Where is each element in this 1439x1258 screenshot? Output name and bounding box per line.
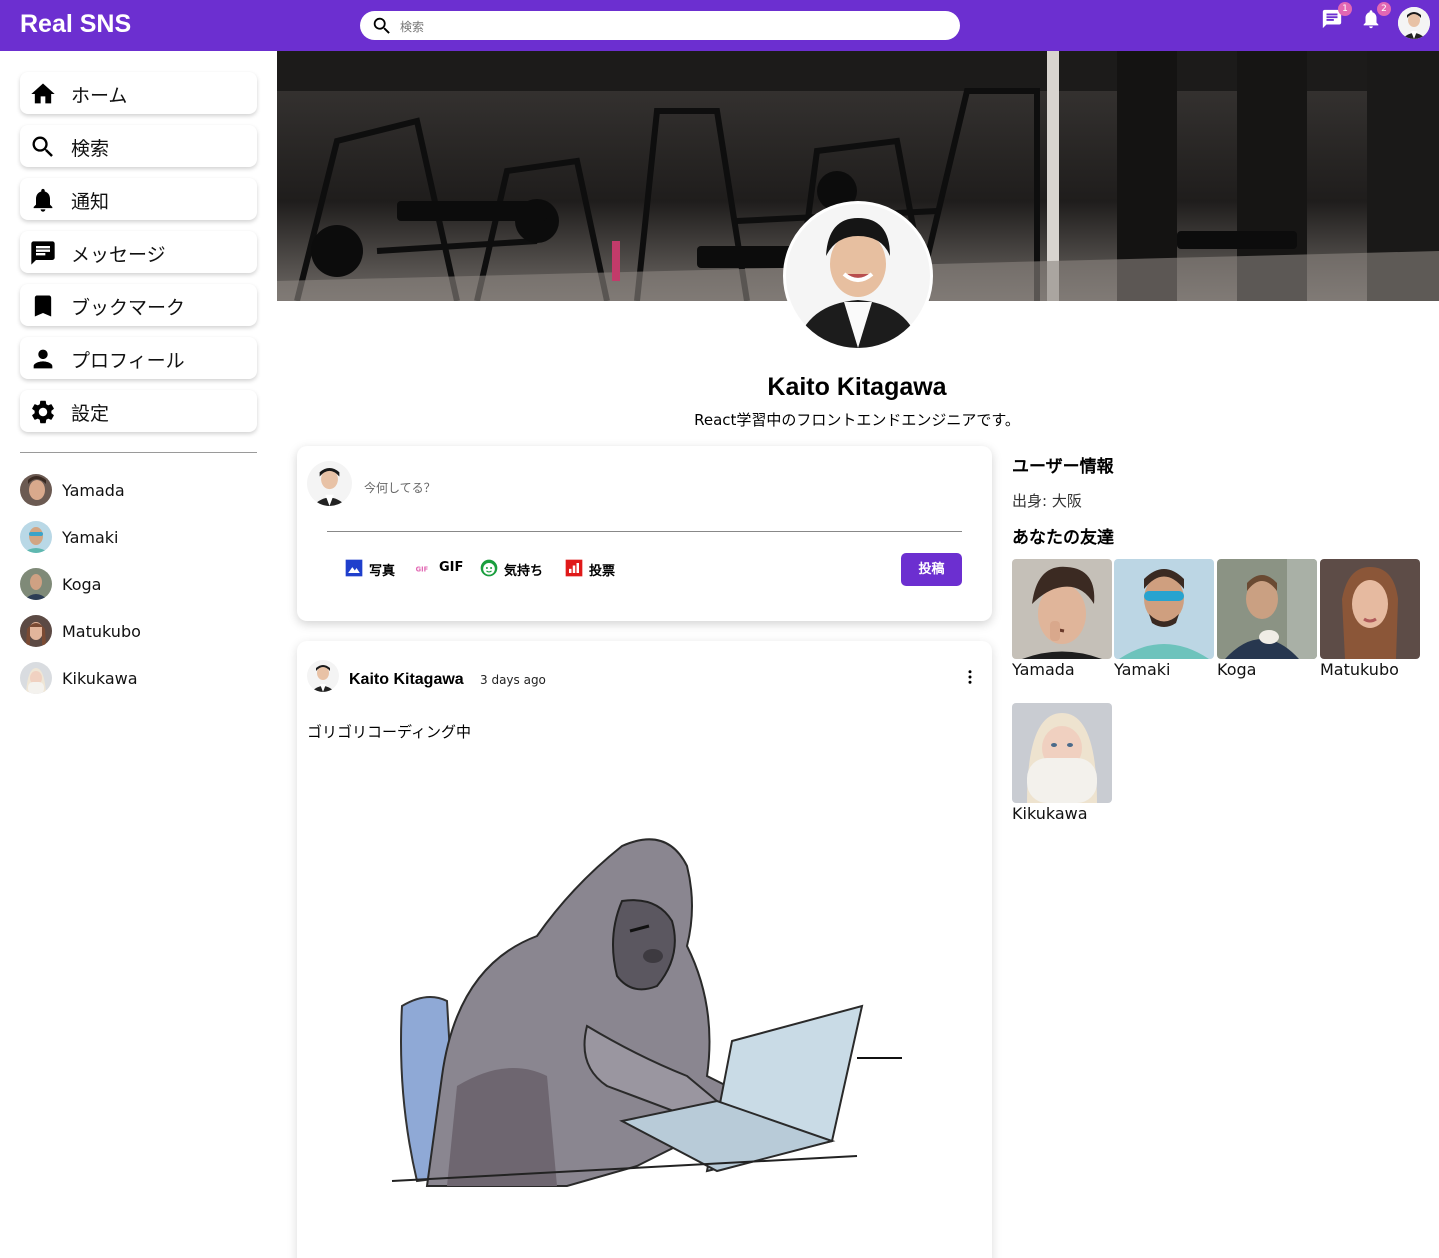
home-icon [31, 83, 55, 104]
emoji-icon [480, 559, 498, 577]
share-option-feeling[interactable]: 気持ち [479, 554, 549, 582]
app-logo[interactable]: Real SNS [20, 10, 131, 39]
share-option-photo[interactable]: 写真 [344, 554, 404, 582]
post-button[interactable]: 投稿 [901, 553, 962, 586]
friend-name: Matukubo [62, 622, 141, 641]
avatar [307, 461, 352, 506]
sidebar-item-label: 通知 [71, 191, 110, 213]
gif-icon: GIF [416, 565, 429, 573]
sidebar-item-notifications[interactable]: 通知 [20, 178, 257, 220]
sidebar-friend[interactable]: Koga [20, 568, 257, 600]
friend-name: Koga [62, 575, 102, 594]
chat-button[interactable]: 1 [1321, 2, 1352, 30]
search-input[interactable]: 検索 [400, 18, 424, 35]
sidebar-item-home[interactable]: ホーム [20, 72, 257, 114]
share-option-label: 写真 [369, 564, 396, 579]
sidebar-item-label: メッセージ [71, 244, 166, 266]
post-image [391, 838, 902, 1187]
avatar [20, 662, 52, 694]
gear-icon [32, 400, 54, 424]
person-icon [33, 349, 53, 369]
chat-badge: 1 [1338, 2, 1352, 16]
bookmark-icon [34, 295, 52, 317]
friend-photo [1217, 559, 1317, 659]
friend-name: Yamada [62, 481, 125, 500]
sidebar-item-label: ホーム [71, 85, 128, 107]
svg-text:GIF: GIF [416, 565, 429, 573]
sidebar-friend[interactable]: Yamada [20, 474, 257, 506]
friend-name: Yamada [1012, 660, 1075, 679]
topbar: Real SNS 検索 1 2 [0, 0, 1439, 51]
avatar [20, 568, 52, 600]
share-option-label: 気持ち [504, 564, 544, 579]
sidebar-friend[interactable]: Matukubo [20, 615, 257, 647]
avatar [20, 615, 52, 647]
post-card: Kaito Kitagawa 3 days ago ゴリゴリコーディング中 [297, 641, 992, 1258]
sidebar-item-messages[interactable]: メッセージ [20, 231, 257, 273]
sidebar-item-label: プロフィール [71, 350, 185, 372]
friend-name: Yamaki [1114, 660, 1171, 679]
avatar [20, 474, 52, 506]
avatar[interactable] [307, 660, 339, 692]
sidebar-item-label: 設定 [71, 403, 110, 425]
post-date: 3 days ago [480, 673, 546, 687]
share-box: 今何してる？ 写真 GIF GIF 気持ち 投票 投稿 [297, 446, 992, 621]
sidebar-divider [20, 452, 257, 453]
notification-button[interactable]: 2 [1360, 2, 1391, 30]
share-option-label: GIF [439, 560, 464, 575]
search-bar[interactable]: 検索 [360, 11, 960, 40]
sidebar: ホーム 検索 通知 メッセージ ブックマーク プロフィール 設定 Yamada … [0, 51, 277, 1258]
search-icon [32, 136, 53, 157]
sidebar-item-profile[interactable]: プロフィール [20, 337, 257, 379]
sidebar-friend[interactable]: Kikukawa [20, 662, 257, 694]
bell-icon [33, 188, 53, 212]
share-option-label: 投票 [589, 564, 616, 579]
avatar[interactable] [1398, 7, 1430, 39]
friend-card[interactable]: Yamaki [1114, 559, 1214, 679]
image-icon [345, 559, 363, 577]
share-divider [327, 531, 962, 532]
user-origin: 出身: 大阪 [1012, 492, 1082, 510]
profile-name: Kaito Kitagawa [767, 373, 947, 401]
avatar [20, 521, 52, 553]
sidebar-item-label: ブックマーク [71, 297, 186, 319]
friend-photo [1114, 559, 1214, 659]
share-input[interactable]: 今何してる？ [364, 479, 436, 496]
notification-badge: 2 [1377, 2, 1391, 16]
friends-title: あなたの友達 [1012, 528, 1114, 548]
sidebar-item-bookmarks[interactable]: ブックマーク [20, 284, 257, 326]
message-icon [31, 241, 55, 265]
friend-card[interactable]: Kikukawa [1012, 703, 1112, 823]
sidebar-item-label: 検索 [71, 138, 110, 160]
sidebar-friend[interactable]: Yamaki [20, 521, 257, 553]
profile-description: React学習中のフロントエンドエンジニアです。 [694, 411, 1020, 429]
search-icon [373, 17, 390, 34]
sidebar-item-settings[interactable]: 設定 [20, 390, 257, 432]
friend-card[interactable]: Yamada [1012, 559, 1112, 679]
friend-photo [1012, 703, 1112, 803]
friend-name: Yamaki [62, 528, 119, 547]
post-author[interactable]: Kaito Kitagawa [349, 671, 464, 689]
friend-card[interactable]: Matukubo [1320, 559, 1420, 679]
poll-icon [565, 559, 583, 577]
friend-photo [1012, 559, 1112, 659]
sidebar-item-search[interactable]: 検索 [20, 125, 257, 167]
friend-card[interactable]: Koga [1217, 559, 1317, 679]
friend-name: Kikukawa [1012, 804, 1088, 823]
more-vert-icon[interactable] [961, 667, 979, 687]
friend-name: Matukubo [1320, 660, 1399, 679]
profile-picture[interactable] [783, 201, 933, 351]
share-option-gif[interactable]: GIF GIF [414, 554, 469, 582]
friend-name: Koga [1217, 660, 1257, 679]
post-text: ゴリゴリコーディング中 [307, 723, 471, 741]
user-info-title: ユーザー情報 [1012, 457, 1114, 477]
friend-name: Kikukawa [62, 669, 138, 688]
share-option-poll[interactable]: 投票 [564, 554, 624, 582]
friend-photo [1320, 559, 1420, 659]
